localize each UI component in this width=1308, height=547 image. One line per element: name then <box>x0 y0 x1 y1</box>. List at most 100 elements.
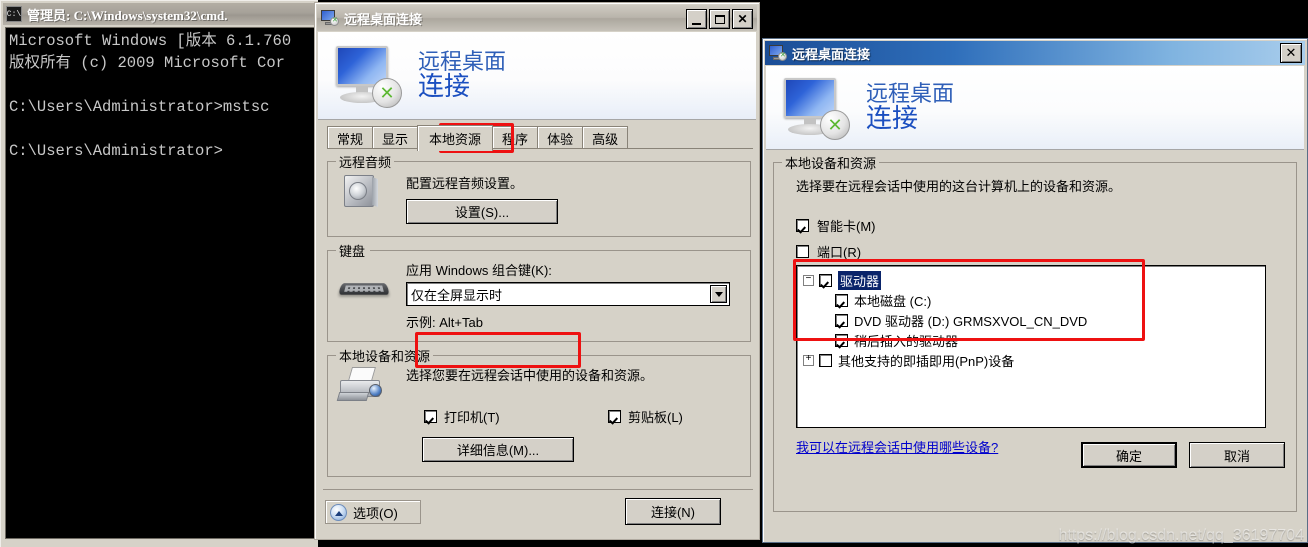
brand-line-2: 连接 <box>418 72 471 102</box>
maximize-icon <box>714 14 725 24</box>
cmd-line-prompt: C:\Users\Administrator> <box>9 142 223 160</box>
keyboard-example: 示例: Alt+Tab <box>406 315 483 330</box>
cmd-icon: C:\ <box>6 6 22 22</box>
remote-desktop-logo-icon <box>778 74 852 142</box>
cmd-title: 管理员: C:\Windows\system32\cmd. <box>27 7 228 23</box>
brand-line-2: 连接 <box>866 104 919 134</box>
ports-checkbox[interactable] <box>796 245 809 258</box>
tree-item-other-pnp-devices[interactable]: + 其他支持的即插即用(PnP)设备 <box>803 350 1265 370</box>
cancel-button[interactable]: 取消 <box>1189 442 1285 468</box>
cmd-line: C:\Users\Administrator>mstsc <box>9 98 270 116</box>
group-keyboard-label: 键盘 <box>336 241 369 260</box>
tab-general[interactable]: 常规 <box>327 126 374 149</box>
connect-button[interactable]: 连接(N) <box>625 498 721 525</box>
group-local-devices: 本地设备和资源 选择您要在远程会话中使用的设备和资源。 打印机(T) 剪贴板(L… <box>327 346 751 477</box>
tree-item-dvd-drive-d-label: DVD 驱动器 (D:) GRMSXVOL_CN_DVD <box>854 313 1088 329</box>
remote-desktop-icon <box>769 45 787 61</box>
brand-line-1: 远程桌面 <box>866 81 955 107</box>
rdp-main-titlebar[interactable]: 远程桌面连接 ✕ <box>317 5 757 31</box>
remote-desktop-logo-icon <box>330 42 404 110</box>
details-titlebar[interactable]: 远程桌面连接 ✕ <box>765 41 1305 65</box>
tab-display[interactable]: 显示 <box>372 126 419 149</box>
keyboard-icon <box>338 276 390 300</box>
details-branding: 远程桌面 连接 <box>766 66 1304 150</box>
printer-icon <box>336 367 386 407</box>
tree-item-drives[interactable]: − 驱动器 <box>803 270 1265 290</box>
clipboard-checkbox-row[interactable]: 剪贴板(L) <box>608 407 683 426</box>
cmd-console-output[interactable]: Microsoft Windows [版本 6.1.760 版权所有 (c) 2… <box>5 27 317 539</box>
clipboard-checkbox[interactable] <box>608 410 621 423</box>
group-remote-audio: 远程音频 配置远程音频设置。 设置(S)... <box>327 152 751 237</box>
cmd-line-blank <box>9 74 316 96</box>
tab-advanced[interactable]: 高级 <box>582 126 629 149</box>
tree-item-drives-plugged-later[interactable]: 稍后插入的驱动器 <box>803 330 1265 350</box>
group-local-devices-resources-label: 本地设备和资源 <box>782 153 880 172</box>
expand-icon[interactable]: + <box>803 354 814 366</box>
remote-audio-description: 配置远程音频设置。 <box>406 176 524 191</box>
minimize-button[interactable] <box>686 9 707 29</box>
audio-settings-button[interactable]: 设置(S)... <box>406 199 558 224</box>
rdp-main-footer: 选项(O) 连接(N) <box>323 489 753 533</box>
more-button[interactable]: 详细信息(M)... <box>422 437 574 462</box>
details-body: 本地设备和资源 选择要在远程会话中使用的这台计算机上的设备和资源。 智能卡(M)… <box>773 152 1297 512</box>
watermark: https://blog.csdn.net/qq_36197704 <box>1058 527 1304 544</box>
local-devices-description: 选择您要在远程会话中使用的设备和资源。 <box>406 368 654 383</box>
details-description: 选择要在远程会话中使用的这台计算机上的设备和资源。 <box>796 179 1122 194</box>
clipboard-label: 剪贴板(L) <box>628 410 683 425</box>
brand-text: 远程桌面 连接 <box>418 50 506 100</box>
options-label: 选项(O) <box>353 505 398 521</box>
printers-checkbox[interactable] <box>424 410 437 423</box>
smartcard-checkbox-row[interactable]: 智能卡(M) <box>796 216 876 235</box>
tree-item-other-pnp-devices-label: 其他支持的即插即用(PnP)设备 <box>838 353 1015 369</box>
group-local-devices-label: 本地设备和资源 <box>336 346 434 365</box>
other-pnp-devices-checkbox[interactable] <box>819 353 832 367</box>
window-controls: ✕ <box>686 9 753 29</box>
tree-item-dvd-drive-d[interactable]: DVD 驱动器 (D:) GRMSXVOL_CN_DVD <box>803 310 1265 330</box>
ports-label: 端口(R) <box>817 245 862 260</box>
local-devices-details-dialog: 远程桌面连接 ✕ 远程桌面 连接 本地设备和资源 选择要在远程会话中使用的这台计… <box>762 38 1308 543</box>
cmd-line: 版权所有 (c) 2009 Microsoft Cor <box>9 54 285 72</box>
tree-item-drives-label: 驱动器 <box>838 270 882 290</box>
maximize-button[interactable] <box>709 9 730 29</box>
windows-key-combo-value: 仅在全屏显示时 <box>411 287 503 303</box>
tab-programs[interactable]: 程序 <box>492 126 539 149</box>
close-button[interactable]: ✕ <box>1280 43 1302 63</box>
devices-tree[interactable]: − 驱动器 本地磁盘 (C:) DVD 驱动器 (D:) GRMSXVOL_CN… <box>796 265 1266 428</box>
remote-desktop-connection-window: 远程桌面连接 ✕ 远程桌面 连接 常规 显示 <box>314 2 760 540</box>
windows-key-combo[interactable]: 仅在全屏显示时 <box>406 282 730 306</box>
dvd-drive-d-checkbox[interactable] <box>835 313 848 327</box>
which-devices-help-link[interactable]: 我可以在远程会话中使用哪些设备? <box>796 437 998 456</box>
smartcard-checkbox[interactable] <box>796 219 809 232</box>
tab-local-resources[interactable]: 本地资源 <box>417 125 494 151</box>
ok-button[interactable]: 确定 <box>1081 442 1177 468</box>
rdp-main-title: 远程桌面连接 <box>344 11 423 27</box>
group-remote-audio-label: 远程音频 <box>336 152 395 171</box>
rdp-main-branding: 远程桌面 连接 <box>318 32 756 120</box>
minimize-icon <box>692 23 701 25</box>
smartcard-label: 智能卡(M) <box>817 219 876 234</box>
collapse-icon[interactable]: − <box>803 274 814 286</box>
cmd-line-blank <box>9 118 316 140</box>
cmd-titlebar[interactable]: C:\ 管理员: C:\Windows\system32\cmd. <box>3 3 317 25</box>
local-disk-c-checkbox[interactable] <box>835 293 848 307</box>
tree-item-local-disk-c-label: 本地磁盘 (C:) <box>854 293 932 309</box>
ports-checkbox-row[interactable]: 端口(R) <box>796 242 861 261</box>
group-keyboard: 键盘 应用 Windows 组合键(K): 仅在全屏显示时 示例: Alt+Ta… <box>327 241 751 342</box>
options-button[interactable]: 选项(O) <box>325 500 421 524</box>
tree-item-drives-plugged-later-label: 稍后插入的驱动器 <box>854 333 959 349</box>
printers-label: 打印机(T) <box>444 410 500 425</box>
cmd-line: Microsoft Windows [版本 6.1.760 <box>9 32 292 50</box>
drives-checkbox[interactable] <box>819 273 832 287</box>
brand-text: 远程桌面 连接 <box>866 82 954 132</box>
chevron-down-icon[interactable] <box>710 285 727 303</box>
tab-strip: 常规 显示 本地资源 程序 体验 高级 <box>327 125 753 151</box>
tab-experience[interactable]: 体验 <box>537 126 584 149</box>
screen: C:\ 管理员: C:\Windows\system32\cmd. Micros… <box>0 0 1308 547</box>
printers-checkbox-row[interactable]: 打印机(T) <box>424 407 500 426</box>
tree-item-local-disk-c[interactable]: 本地磁盘 (C:) <box>803 290 1265 310</box>
chevron-up-icon <box>330 503 347 521</box>
remote-desktop-icon <box>321 10 339 26</box>
drives-plugged-later-checkbox[interactable] <box>835 333 848 347</box>
command-prompt-window: C:\ 管理员: C:\Windows\system32\cmd. Micros… <box>0 0 318 547</box>
close-button[interactable]: ✕ <box>732 9 753 29</box>
